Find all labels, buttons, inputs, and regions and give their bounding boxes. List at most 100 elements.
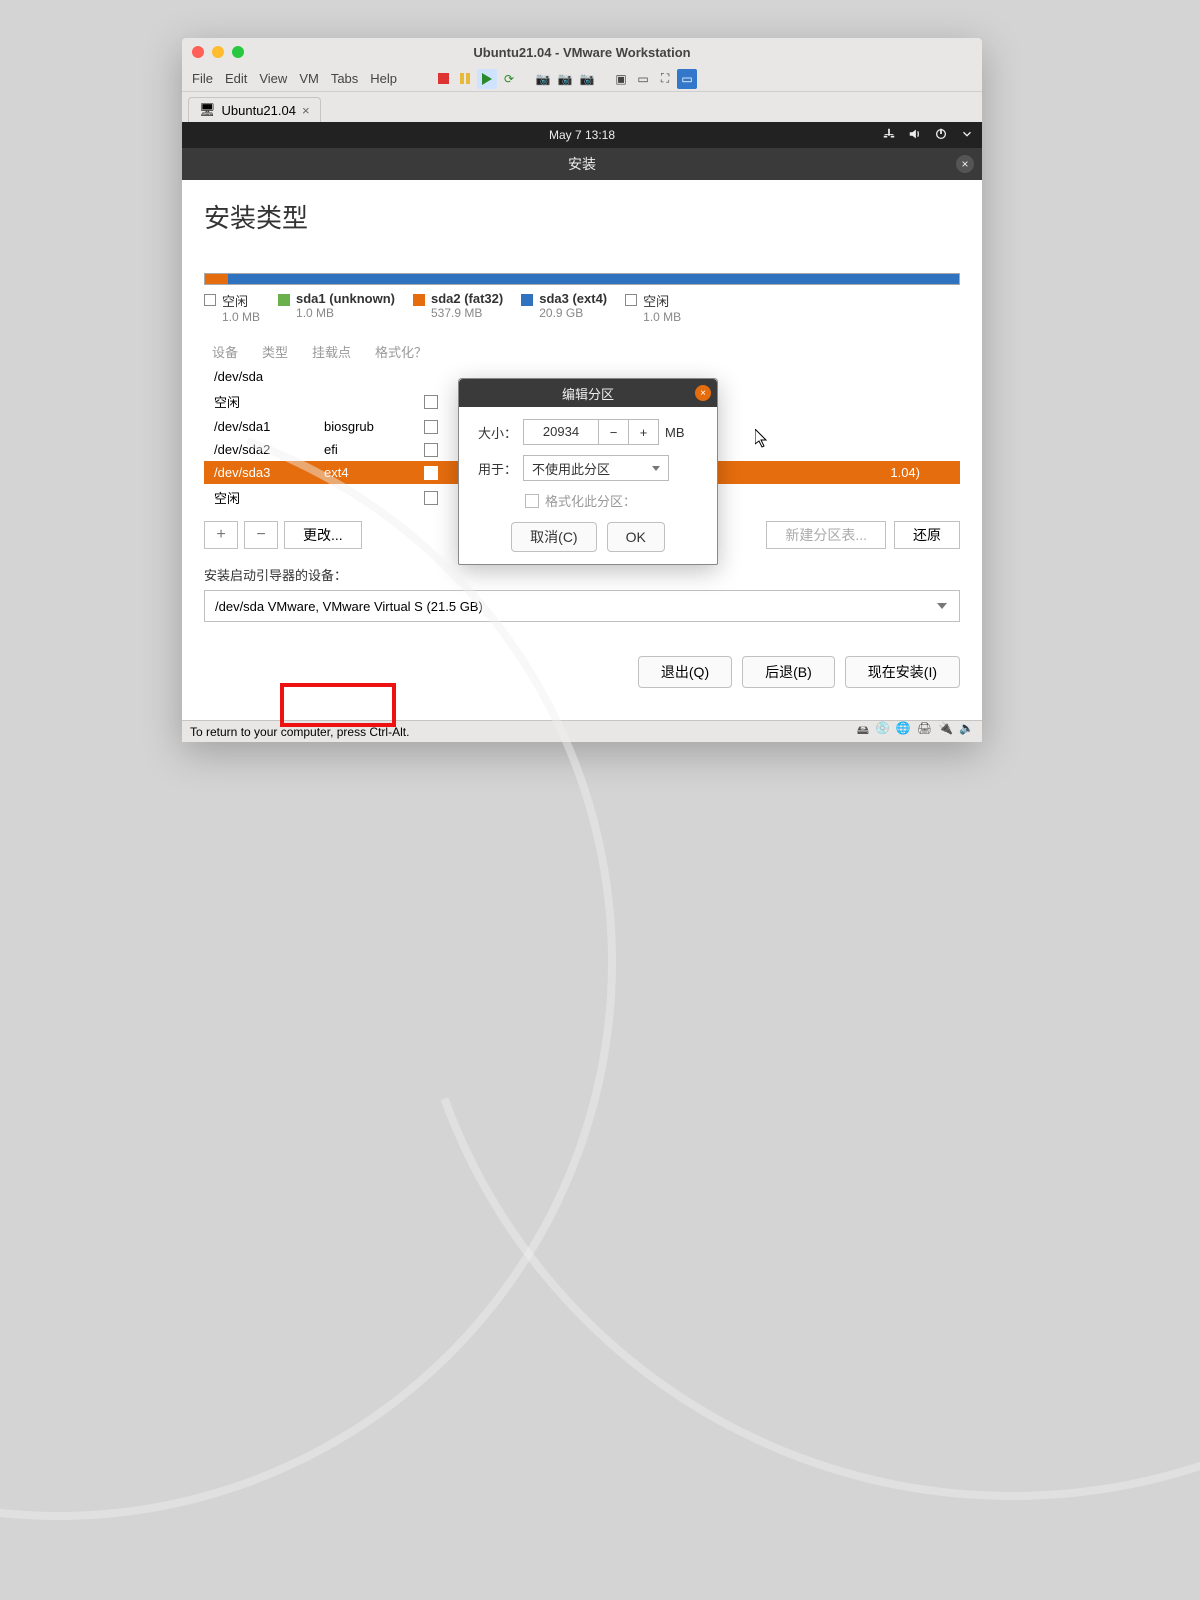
partition-table-header: 设备 类型 挂载点 格式化？ (204, 338, 960, 365)
format-checkbox[interactable] (525, 494, 539, 508)
installer-header-title: 安装 (568, 154, 596, 174)
close-icon[interactable]: × (302, 103, 310, 118)
cancel-button[interactable]: 取消(C) (511, 522, 596, 552)
menu-view[interactable]: View (259, 71, 287, 86)
menubar: File Edit View VM Tabs Help ⟳ 📷 📷 📷 ▣ ▭ … (182, 66, 982, 92)
size-plus-button[interactable]: + (629, 419, 659, 445)
dialog-title: 编辑分区 (562, 384, 614, 403)
legend-size: 1.0 MB (222, 310, 260, 324)
vm-tab[interactable]: 🖥 Ubuntu21.04 × (188, 97, 321, 122)
size-minus-button[interactable]: − (599, 419, 629, 445)
disk-segment-sda2 (205, 274, 228, 284)
size-stepper[interactable]: 20934 − + MB (523, 419, 685, 445)
snapshot-button[interactable]: 📷 (533, 69, 553, 89)
harddisk-icon[interactable]: 🖴 (857, 721, 869, 742)
network-icon[interactable] (882, 127, 896, 144)
installer-header: 安装 × (182, 148, 982, 180)
volume-icon[interactable] (908, 127, 922, 144)
use-as-select[interactable]: 不使用此分区 (523, 455, 669, 481)
format-checkbox[interactable] (424, 395, 438, 409)
tabstrip: 🖥 Ubuntu21.04 × (182, 92, 982, 122)
snapshot-revert-button[interactable]: 📷 (577, 69, 597, 89)
close-icon[interactable]: × (695, 385, 711, 401)
usb-icon[interactable]: 🔌 (938, 721, 953, 742)
network-adapter-icon[interactable]: 🌐 (896, 721, 911, 742)
legend-size: 1.0 MB (643, 310, 681, 324)
power-icon[interactable] (934, 127, 948, 144)
boot-device-select[interactable]: /dev/sda VMware, VMware Virtual S (21.5 … (204, 590, 960, 622)
gnome-tray[interactable] (882, 127, 974, 144)
multiple-monitors-button[interactable]: ▭ (677, 69, 697, 89)
legend-label: sda3 (ext4) (539, 291, 607, 306)
suspend-button[interactable] (455, 69, 475, 89)
annotation-highlight (280, 683, 396, 727)
menu-help[interactable]: Help (370, 71, 397, 86)
legend-label: sda2 (fat32) (431, 291, 503, 306)
install-button[interactable]: 现在安装(I) (845, 656, 960, 688)
use-as-value: 不使用此分区 (532, 459, 610, 478)
format-checkbox[interactable] (424, 443, 438, 457)
col-mount: 挂载点 (312, 342, 351, 361)
format-checkbox[interactable] (424, 491, 438, 505)
minimize-icon[interactable] (212, 46, 224, 58)
boot-device-label: 安装启动引导器的设备： (204, 565, 960, 584)
toolbar: ⟳ 📷 📷 📷 ▣ ▭ ⛶ ▭ (433, 69, 697, 89)
remove-partition-button[interactable]: − (244, 521, 278, 549)
format-checkbox[interactable] (424, 420, 438, 434)
new-partition-table-button[interactable]: 新建分区表... (766, 521, 886, 549)
legend-label: 空闲 (643, 291, 681, 310)
col-format: 格式化？ (375, 342, 427, 361)
chevron-down-icon[interactable] (960, 127, 974, 144)
format-checkbox[interactable] (424, 466, 438, 480)
unity-button[interactable]: ▣ (611, 69, 631, 89)
quit-button[interactable]: 退出(Q) (638, 656, 732, 688)
size-value[interactable]: 20934 (523, 419, 599, 445)
close-icon[interactable]: × (956, 155, 974, 173)
legend-label: sda1 (unknown) (296, 291, 395, 306)
cdrom-icon[interactable]: 💿 (875, 721, 890, 742)
menu-tabs[interactable]: Tabs (331, 71, 358, 86)
boot-device-value: /dev/sda VMware, VMware Virtual S (21.5 … (215, 599, 483, 614)
wizard-buttons: 退出(Q) 后退(B) 现在安装(I) (638, 656, 960, 688)
vmware-window: Ubuntu21.04 - VMware Workstation File Ed… (182, 38, 982, 742)
ok-button[interactable]: OK (607, 522, 665, 552)
legend-size: 537.9 MB (431, 306, 503, 320)
disk-segment-sda3 (228, 274, 959, 284)
monitor-icon: 🖥 (199, 102, 216, 118)
size-unit: MB (665, 425, 685, 440)
use-as-label: 用于： (471, 459, 523, 478)
col-type: 类型 (262, 342, 288, 361)
legend-label: 空闲 (222, 291, 260, 310)
power-on-button[interactable] (477, 69, 497, 89)
gnome-top-bar[interactable]: May 7 13:18 (182, 122, 982, 148)
page-title: 安装类型 (204, 198, 960, 235)
add-partition-button[interactable]: + (204, 521, 238, 549)
window-controls (182, 46, 244, 58)
maximize-icon[interactable] (232, 46, 244, 58)
console-button[interactable]: ▭ (633, 69, 653, 89)
row-extra: 1.04) (890, 465, 950, 480)
legend-size: 1.0 MB (296, 306, 395, 320)
legend-size: 20.9 GB (539, 306, 607, 320)
menu-vm[interactable]: VM (299, 71, 319, 86)
printer-icon[interactable]: 🖨 (917, 721, 932, 742)
menu-edit[interactable]: Edit (225, 71, 247, 86)
power-off-button[interactable] (433, 69, 453, 89)
vm-device-icons: 🖴 💿 🌐 🖨 🔌 🔈 (857, 721, 974, 742)
menu-file[interactable]: File (192, 71, 213, 86)
fullscreen-icon[interactable]: ⛶ (655, 69, 675, 89)
col-device: 设备 (212, 342, 238, 361)
size-label: 大小： (471, 423, 523, 442)
sound-icon[interactable]: 🔈 (959, 721, 974, 742)
dialog-header: 编辑分区 × (459, 379, 717, 407)
edit-partition-dialog: 编辑分区 × 大小： 20934 − + MB 用于： 不使用此分区 格式化此分… (458, 378, 718, 565)
close-icon[interactable] (192, 46, 204, 58)
change-button[interactable]: 更改... (284, 521, 362, 549)
reset-button[interactable]: ⟳ (499, 69, 519, 89)
vm-tab-label: Ubuntu21.04 (222, 103, 296, 118)
disk-usage-bar (204, 273, 960, 285)
snapshot-manager-button[interactable]: 📷 (555, 69, 575, 89)
revert-button[interactable]: 还原 (894, 521, 960, 549)
window-title: Ubuntu21.04 - VMware Workstation (182, 45, 982, 60)
back-button[interactable]: 后退(B) (742, 656, 835, 688)
